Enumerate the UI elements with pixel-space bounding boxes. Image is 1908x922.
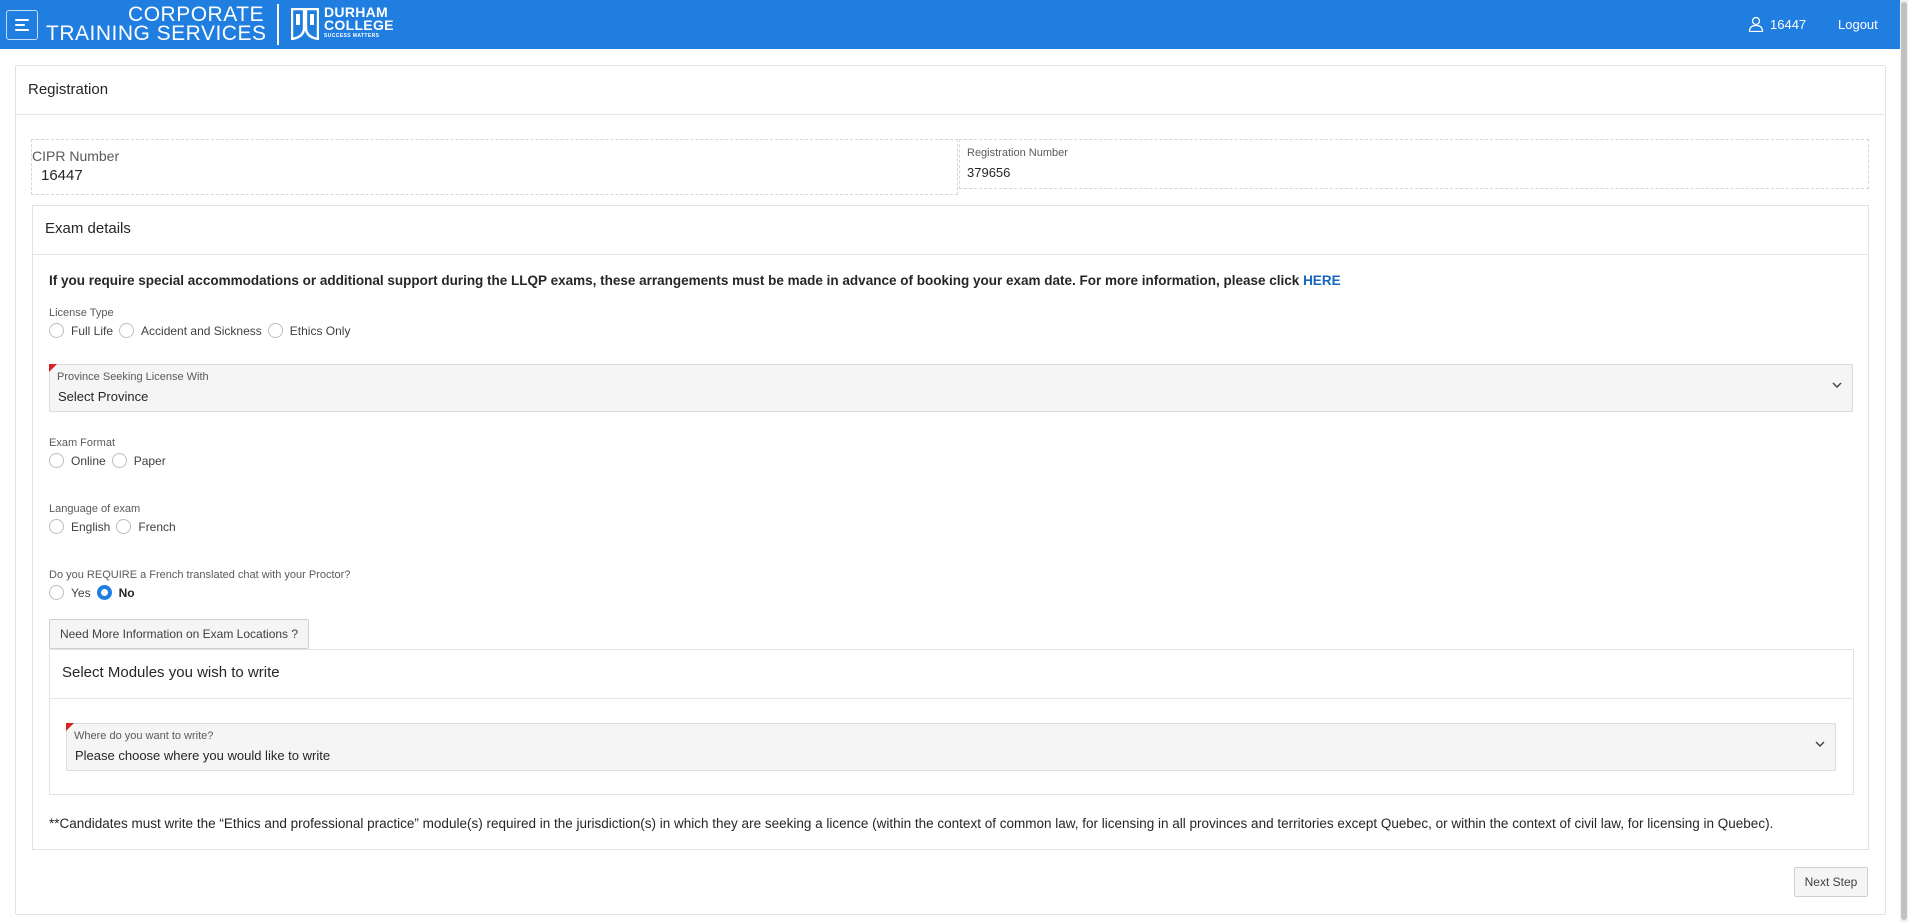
french-chat-option-yes[interactable]: Yes [49, 585, 91, 600]
french-chat-radio-group: Yes No [49, 585, 141, 600]
accommodations-notice-text: If you require special accommodations or… [49, 273, 1304, 288]
cipr-number-label: CIPR Number [32, 148, 120, 164]
select-modules-title: Select Modules you wish to write [62, 664, 280, 681]
region-divider [16, 114, 1885, 115]
logo-line-2: TRAINING SERVICES [46, 22, 267, 45]
radio-label: Ethics Only [289, 323, 351, 338]
cipr-number-field: CIPR Number 16447 [31, 139, 958, 195]
top-navigation-bar: CORPORATE TRAINING SERVICES DURHAM COLLE… [0, 0, 1900, 49]
required-indicator [49, 364, 57, 372]
exam-language-option-english[interactable]: English [49, 519, 110, 534]
french-chat-option-no[interactable]: No [96, 585, 135, 600]
exam-format-radio-group: Online Paper [49, 453, 172, 468]
radio-label: Paper [133, 453, 166, 468]
province-select-value: Select Province [58, 389, 149, 404]
corporate-training-logo[interactable]: CORPORATE TRAINING SERVICES [46, 4, 267, 45]
logout-link[interactable]: Logout [1838, 17, 1878, 32]
user-icon [1748, 16, 1764, 32]
radio-label: French [138, 519, 176, 534]
chevron-down-icon [1832, 382, 1842, 388]
exam-language-radio-group: English French [49, 519, 182, 534]
accommodations-info-link[interactable]: HERE [1303, 273, 1341, 288]
select-modules-region: Select Modules you wish to write Where d… [49, 649, 1854, 795]
license-type-option-accident-sickness[interactable]: Accident and Sickness [119, 323, 262, 338]
radio-label: Yes [71, 585, 91, 600]
radio-label: No [118, 585, 135, 600]
radio-button[interactable] [49, 323, 64, 338]
hamburger-menu-button[interactable] [6, 10, 38, 40]
next-step-button[interactable]: Next Step [1794, 867, 1868, 897]
modules-divider [50, 698, 1853, 699]
exam-format-option-paper[interactable]: Paper [111, 453, 166, 468]
accommodations-notice: If you require special accommodations or… [49, 273, 1341, 288]
required-indicator [66, 723, 74, 731]
durham-college-logo: DURHAM COLLEGE SUCCESS MATTERS [324, 5, 394, 41]
license-type-option-full-life[interactable]: Full Life [49, 323, 113, 338]
write-location-select[interactable]: Where do you want to write? Please choos… [66, 723, 1836, 771]
exam-format-option-online[interactable]: Online [49, 453, 106, 468]
cipr-number-value: 16447 [41, 167, 83, 184]
radio-label: Full Life [71, 323, 114, 338]
user-menu[interactable]: 16447 [1748, 16, 1806, 32]
hamburger-menu-icon-line [15, 24, 25, 26]
registration-region: Registration CIPR Number 16447 Registrat… [15, 65, 1886, 915]
logo-divider [277, 4, 279, 45]
hamburger-menu-icon [15, 19, 29, 21]
radio-button[interactable] [49, 453, 64, 468]
radio-button[interactable] [116, 519, 132, 534]
radio-button[interactable] [111, 453, 127, 468]
user-id-label: 16447 [1770, 16, 1807, 32]
write-location-select-value: Please choose where you would like to wr… [75, 748, 331, 763]
radio-button[interactable] [119, 323, 135, 338]
registration-title: Registration [28, 81, 109, 98]
license-type-radio-group: Full Life Accident and Sickness Ethics O… [49, 323, 356, 338]
radio-label: Accident and Sickness [141, 323, 262, 338]
province-select[interactable]: Province Seeking License With Select Pro… [49, 364, 1853, 412]
exam-details-title: Exam details [45, 220, 131, 237]
registration-number-label: Registration Number [967, 147, 1068, 159]
province-select-label: Province Seeking License With [57, 371, 209, 383]
ethics-module-footnote: **Candidates must write the “Ethics and … [49, 816, 1774, 831]
exam-details-region: Exam details If you require special acco… [32, 205, 1869, 850]
exam-locations-info-button[interactable]: Need More Information on Exam Locations … [49, 619, 309, 649]
radio-button[interactable] [49, 585, 64, 600]
durham-college-shield-icon [291, 8, 319, 40]
exam-language-label: Language of exam [49, 503, 141, 515]
registration-number-value: 379656 [967, 165, 1011, 180]
radio-button[interactable] [49, 519, 64, 534]
radio-button-selected[interactable] [96, 585, 112, 600]
hamburger-menu-icon-line [15, 29, 29, 31]
license-type-option-ethics-only[interactable]: Ethics Only [267, 323, 351, 338]
french-chat-label: Do you REQUIRE a French translated chat … [49, 569, 351, 581]
registration-number-field: Registration Number 379656 [959, 139, 1869, 189]
vertical-scrollbar-thumb[interactable] [1901, 2, 1907, 920]
license-type-label: License Type [49, 307, 114, 319]
chevron-down-icon [1815, 741, 1825, 747]
radio-label: Online [71, 453, 106, 468]
exam-format-label: Exam Format [49, 437, 116, 449]
radio-button[interactable] [267, 323, 283, 338]
write-location-select-label: Where do you want to write? [74, 730, 214, 742]
exam-language-option-french[interactable]: French [116, 519, 176, 534]
radio-label: English [71, 519, 111, 534]
exam-details-divider [33, 254, 1868, 255]
college-tagline: SUCCESS MATTERS [324, 33, 380, 39]
college-name-line-2: COLLEGE [324, 17, 394, 33]
